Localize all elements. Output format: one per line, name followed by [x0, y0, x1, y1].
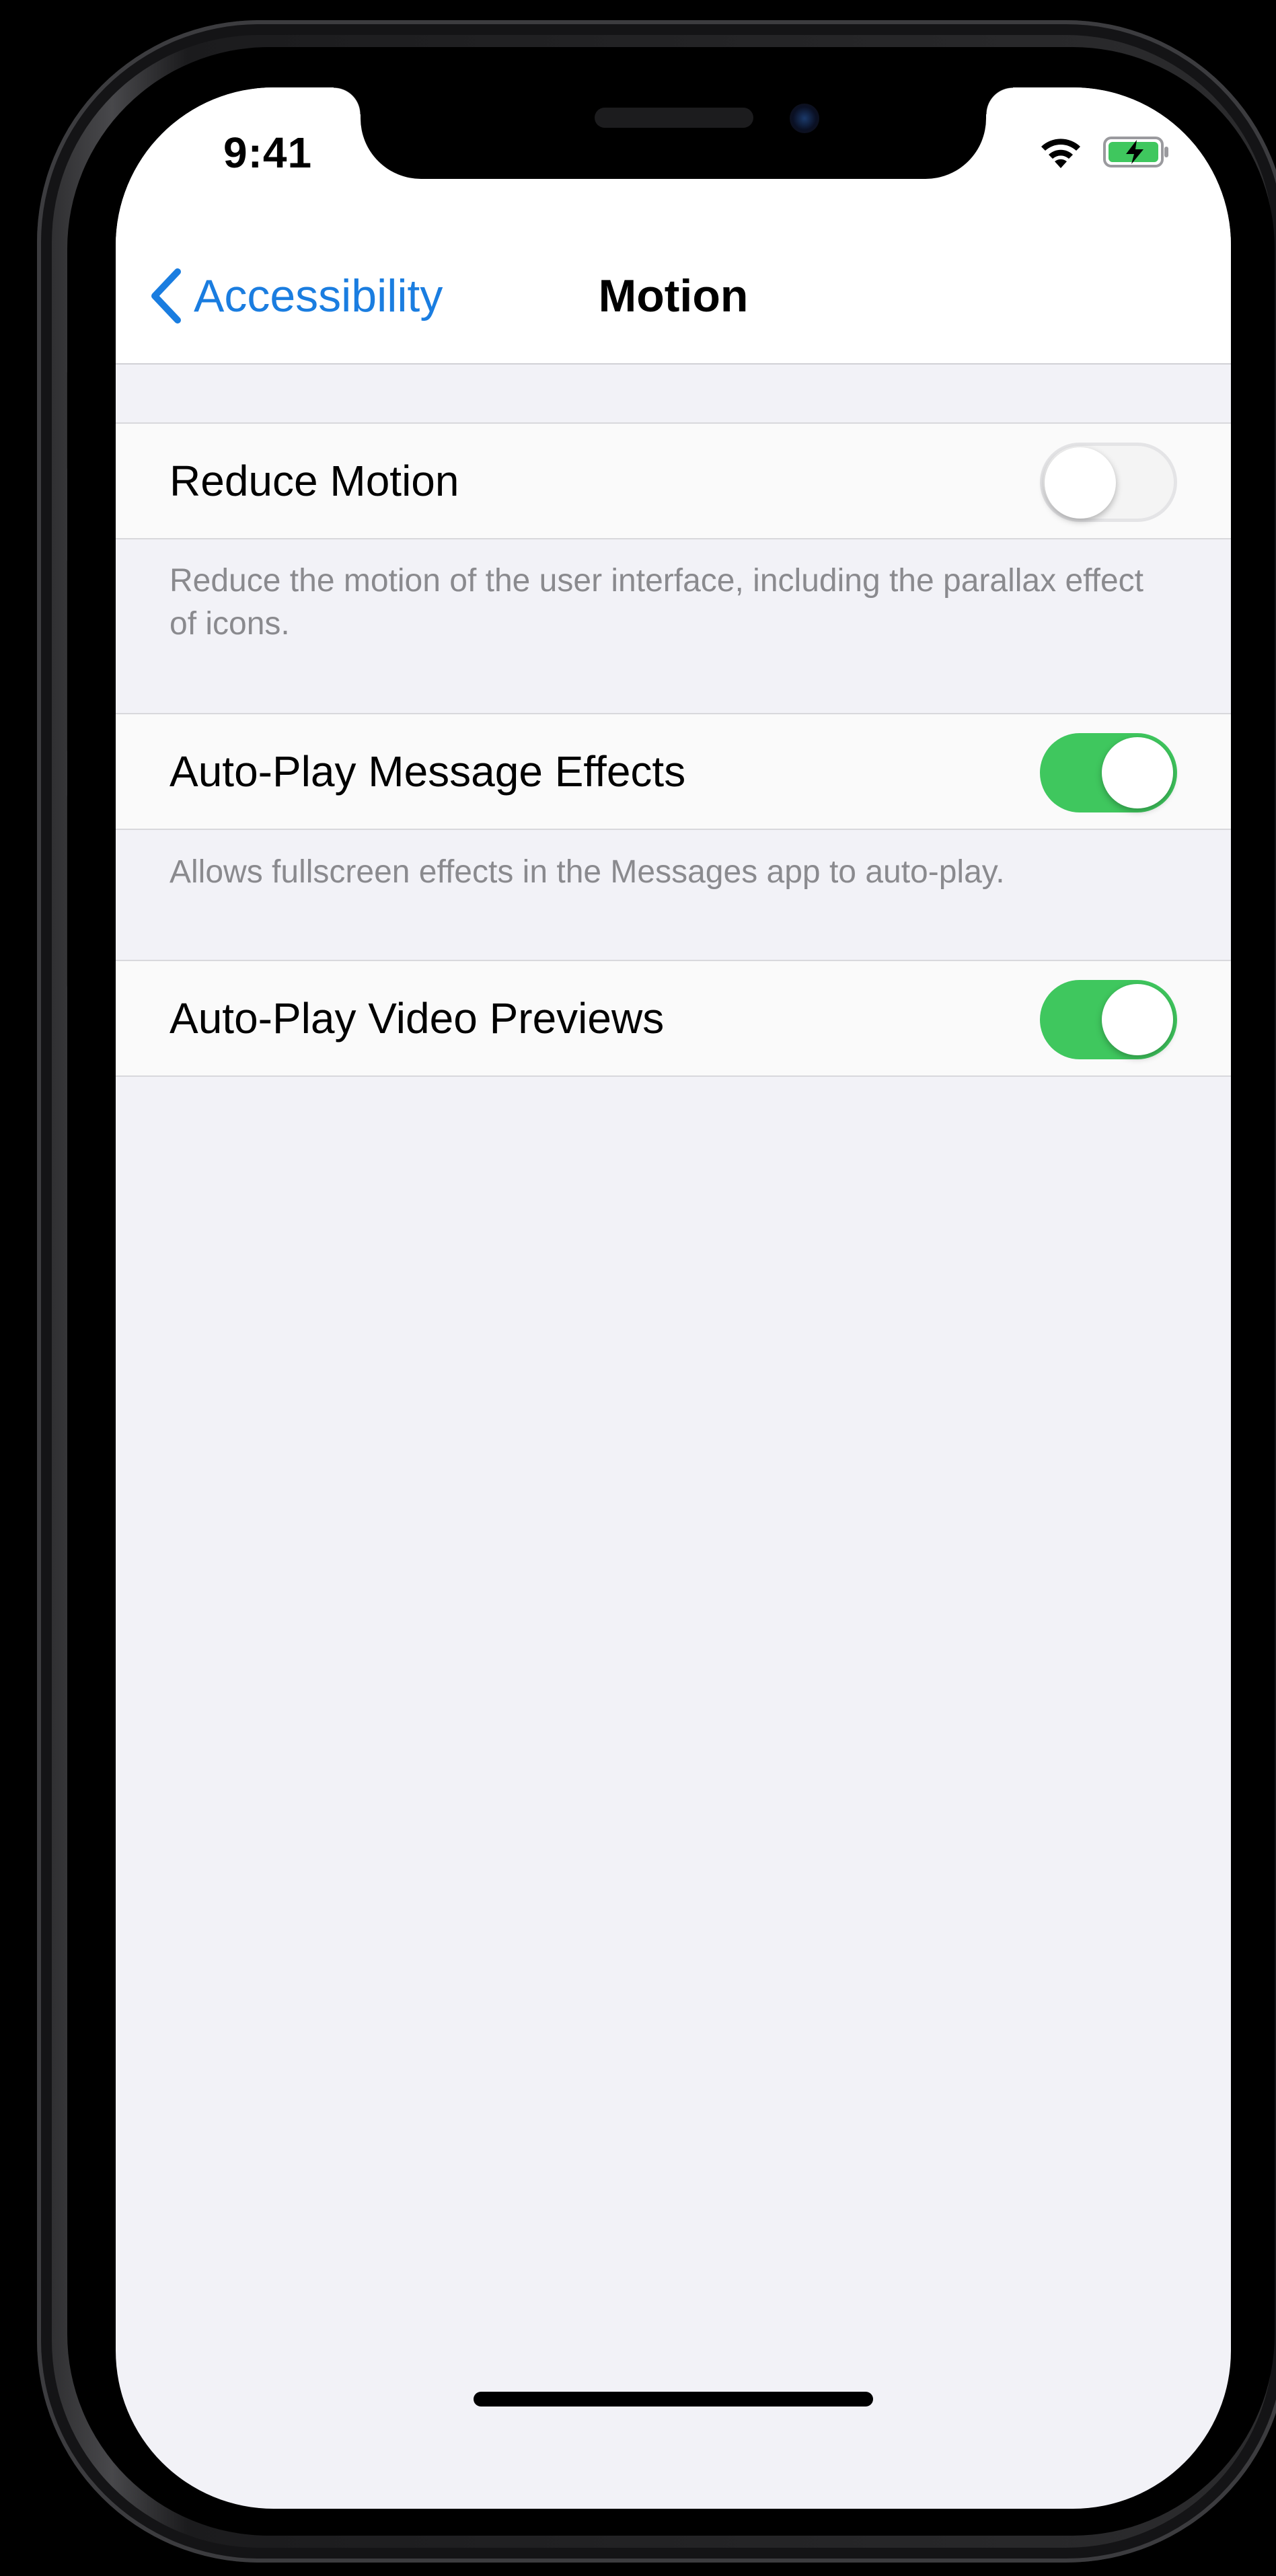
toggle-knob — [1102, 984, 1173, 1055]
chevron-left-icon — [151, 268, 181, 324]
wifi-icon — [1041, 139, 1080, 168]
reduce-motion-row: Reduce Motion — [116, 422, 1231, 539]
auto-play-video-previews-row: Auto-Play Video Previews — [116, 960, 1231, 1077]
reduce-motion-toggle[interactable] — [1040, 443, 1177, 522]
auto-play-message-effects-label: Auto-Play Message Effects — [170, 747, 686, 796]
toggle-knob — [1045, 447, 1116, 519]
reduce-motion-label: Reduce Motion — [170, 457, 459, 505]
toggle-knob — [1102, 737, 1173, 808]
earpiece-speaker — [595, 108, 753, 128]
auto-play-message-effects-footer: Allows fullscreen effects in the Message… — [170, 854, 1005, 890]
navigation-bar: Accessibility Motion — [116, 229, 1231, 365]
battery-charging-icon — [1103, 137, 1168, 167]
back-button-label: Accessibility — [194, 270, 443, 321]
notch — [334, 87, 1013, 179]
auto-play-message-effects-toggle[interactable] — [1040, 733, 1177, 812]
auto-play-message-effects-row: Auto-Play Message Effects — [116, 713, 1231, 830]
home-indicator[interactable] — [474, 2392, 873, 2407]
auto-play-video-previews-label: Auto-Play Video Previews — [170, 994, 665, 1043]
reduce-motion-footer: Reduce the motion of the user interface,… — [170, 563, 1143, 642]
front-camera — [790, 104, 819, 133]
back-button[interactable]: Accessibility — [148, 229, 443, 363]
auto-play-video-previews-toggle[interactable] — [1040, 980, 1177, 1059]
status-time: 9:41 — [223, 128, 313, 177]
phone-screen: 9:41 Accessibility Motion Reduce Motion — [116, 87, 1231, 2509]
